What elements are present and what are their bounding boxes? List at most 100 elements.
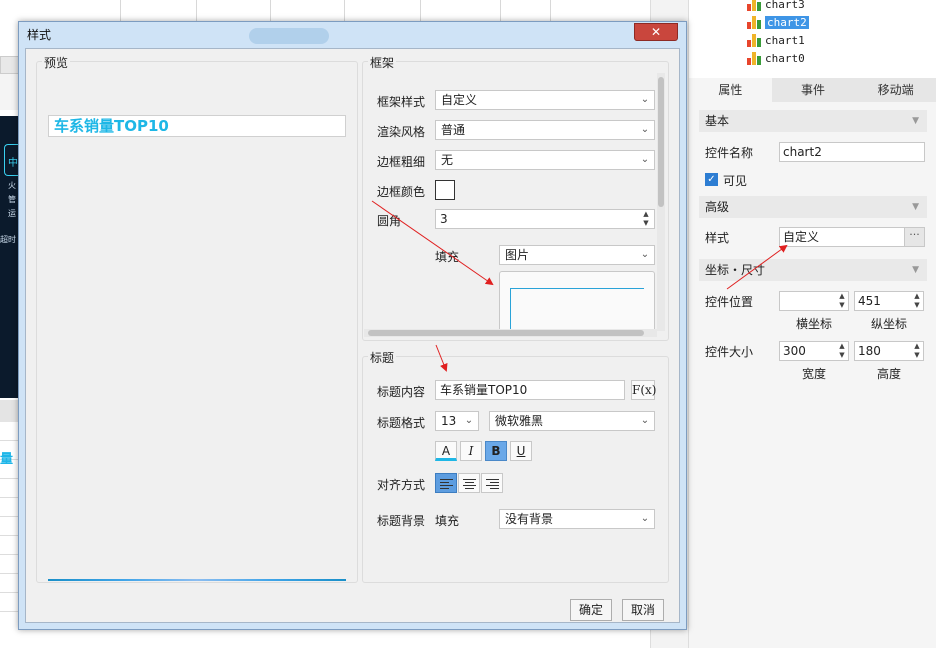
property-tabs: 属性 事件 移动端: [689, 78, 936, 102]
side-text: 超时: [0, 235, 16, 244]
grid-line: [196, 0, 197, 22]
scroll-thumb[interactable]: [368, 330, 644, 336]
width-input[interactable]: 300 ▲ ▼: [779, 341, 849, 361]
border-width-value: 无: [441, 153, 454, 167]
tab-mobile[interactable]: 移动端: [854, 78, 936, 102]
scroll-thumb[interactable]: [658, 77, 664, 207]
font-family-value: 微软雅黑: [495, 414, 544, 428]
close-button[interactable]: ✕: [634, 23, 678, 41]
section-basic[interactable]: 基本 ▼: [699, 110, 927, 132]
italic-button[interactable]: I: [460, 441, 482, 461]
chevron-down-icon: ▼: [912, 116, 919, 126]
frame-scrollbar-v[interactable]: [657, 73, 665, 331]
border-width-label: 边框粗细: [377, 155, 426, 169]
visible-checkbox[interactable]: ✓: [705, 173, 718, 186]
height-input[interactable]: 180 ▲ ▼: [854, 341, 924, 361]
y-input[interactable]: 451 ▲ ▼: [854, 291, 924, 311]
frame-style-label: 框架样式: [377, 95, 426, 109]
radius-value: 3: [440, 212, 448, 226]
chevron-down-icon: ▼: [912, 265, 919, 275]
style-field[interactable]: 自定义 ···: [779, 227, 925, 247]
tab-properties[interactable]: 属性: [689, 78, 772, 102]
preview-border-line: [48, 579, 346, 581]
align-center-button[interactable]: [458, 473, 480, 493]
section-title: 高级: [705, 200, 730, 214]
stepper-icon[interactable]: ▲ ▼: [911, 292, 923, 310]
title-format-label: 标题格式: [377, 416, 426, 430]
style-value: 自定义: [783, 230, 820, 244]
section-advanced[interactable]: 高级 ▼: [699, 196, 927, 218]
font-color-button[interactable]: A: [435, 441, 457, 461]
frame-group-title: 框架: [368, 54, 397, 71]
style-label: 样式: [705, 231, 730, 245]
widget-tree: chart3 chart2 chart1 chart0: [689, 0, 936, 78]
underline-button[interactable]: U: [510, 441, 532, 461]
width-caption: 宽度: [802, 367, 827, 381]
position-label: 控件位置: [705, 295, 754, 309]
radius-label: 圆角: [377, 214, 402, 228]
width-value: 300: [783, 344, 806, 358]
property-panel: chart3 chart2 chart1 chart0 属性 事件 移动端 基本…: [688, 0, 936, 648]
grid-line: [120, 0, 121, 22]
chevron-down-icon: ⌄: [640, 124, 650, 135]
bold-button[interactable]: B: [485, 441, 507, 461]
tree-item-chart3[interactable]: chart3: [747, 0, 805, 12]
border-color-picker[interactable]: [435, 180, 455, 200]
tree-item-chart1[interactable]: chart1: [747, 32, 805, 48]
chevron-down-icon: ▼: [912, 202, 919, 212]
render-style-select[interactable]: 普通 ⌄: [435, 120, 655, 140]
image-frame: [510, 288, 644, 333]
ok-button[interactable]: 确定: [570, 599, 612, 621]
tree-item-label: chart3: [765, 0, 805, 11]
chart-icon: [747, 15, 761, 29]
chevron-down-icon: ⌄: [464, 415, 474, 426]
stepper-icon[interactable]: ▲ ▼: [911, 342, 923, 360]
grid-line: [270, 0, 271, 22]
side-text: 运: [8, 209, 16, 218]
widget-name-input[interactable]: chart2: [779, 142, 925, 162]
tree-item-chart2[interactable]: chart2: [747, 14, 809, 30]
blurred-title: [249, 28, 329, 44]
fill-select[interactable]: 图片 ⌄: [499, 245, 655, 265]
font-family-select[interactable]: 微软雅黑 ⌄: [489, 411, 655, 431]
title-content-input[interactable]: 车系销量TOP10: [435, 380, 625, 400]
frame-style-select[interactable]: 自定义 ⌄: [435, 90, 655, 110]
font-size-value: 13: [441, 414, 457, 428]
more-button[interactable]: ···: [904, 228, 924, 246]
title-bg-select[interactable]: 没有背景 ⌄: [499, 509, 655, 529]
fill-image-preview[interactable]: [499, 271, 655, 333]
align-label: 对齐方式: [377, 478, 426, 492]
chart-icon: [747, 0, 761, 11]
stepper-icon[interactable]: ▲ ▼: [836, 342, 848, 360]
stepper-icon[interactable]: ▲ ▼: [640, 210, 652, 228]
preview-group: 预览: [36, 54, 358, 583]
tree-item-label: chart2: [765, 15, 809, 29]
border-width-select[interactable]: 无 ⌄: [435, 150, 655, 170]
name-label: 控件名称: [705, 146, 754, 160]
y-caption: 纵坐标: [871, 317, 908, 331]
border-color-label: 边框颜色: [377, 185, 426, 199]
title-bg-label: 标题背景: [377, 514, 426, 528]
frame-scrollbar-h[interactable]: [364, 329, 657, 337]
x-input[interactable]: ▲ ▼: [779, 291, 849, 311]
tree-item-chart0[interactable]: chart0: [747, 50, 805, 66]
title-content-label: 标题内容: [377, 385, 426, 399]
y-value: 451: [858, 294, 881, 308]
radius-input[interactable]: 3 ▲ ▼: [435, 209, 655, 229]
grid-line: [500, 0, 501, 22]
section-coord-size[interactable]: 坐标・尺寸 ▼: [699, 259, 927, 281]
fill-value: 图片: [505, 248, 530, 262]
chevron-down-icon: ⌄: [640, 513, 650, 524]
formula-button[interactable]: F(x): [631, 380, 656, 400]
height-caption: 高度: [877, 367, 902, 381]
stepper-icon[interactable]: ▲ ▼: [836, 292, 848, 310]
font-size-select[interactable]: 13 ⌄: [435, 411, 479, 431]
title-bg-value: 没有背景: [505, 512, 554, 526]
align-left-button[interactable]: [435, 473, 457, 493]
chevron-down-icon: ⌄: [640, 415, 650, 426]
align-right-button[interactable]: [481, 473, 503, 493]
cancel-button[interactable]: 取消: [622, 599, 664, 621]
section-title: 基本: [705, 114, 730, 128]
grid-line: [344, 0, 345, 22]
tab-events[interactable]: 事件: [772, 78, 855, 102]
